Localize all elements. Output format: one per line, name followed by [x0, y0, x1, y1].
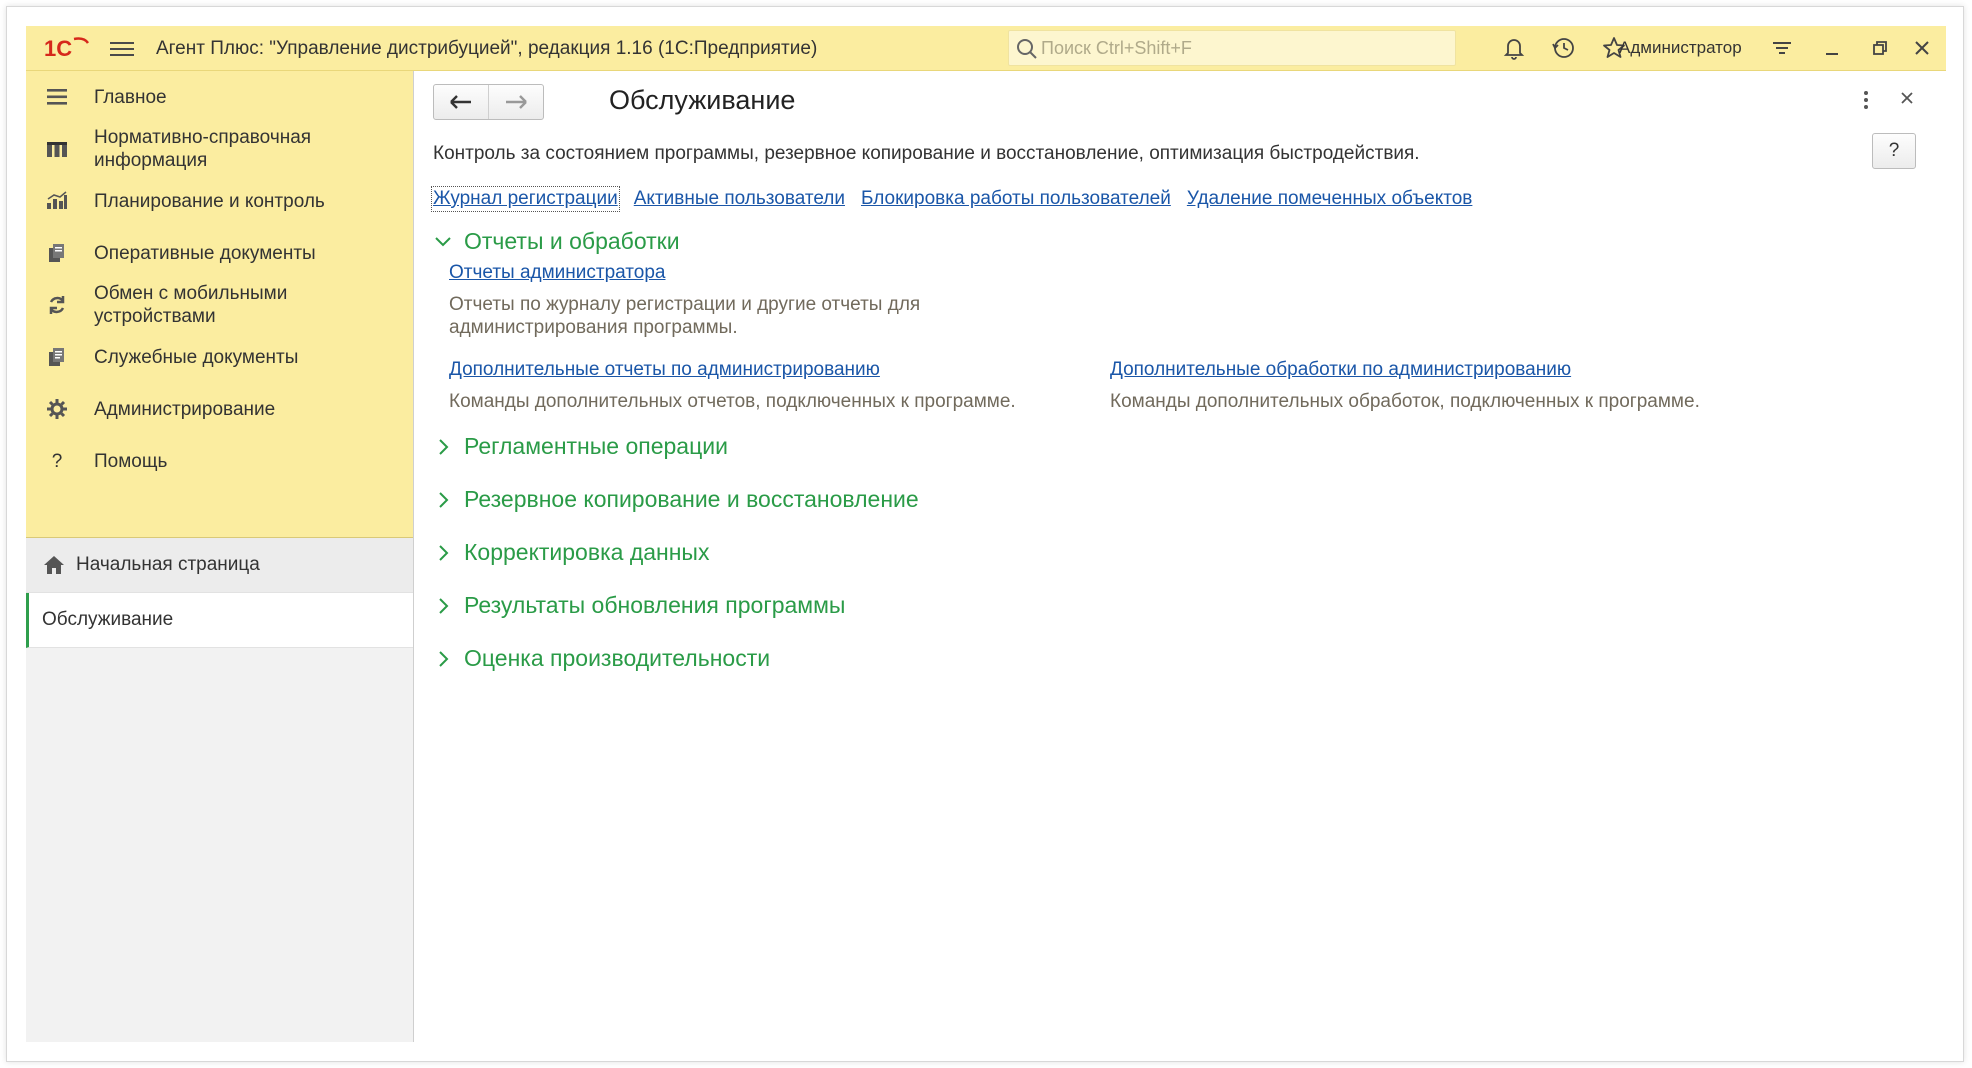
group-title: Результаты обновления программы — [464, 592, 846, 618]
section-label: Планирование и контроль — [94, 190, 325, 212]
svg-text:1С: 1С — [44, 36, 72, 61]
forward-button[interactable] — [488, 85, 543, 119]
section-label: Администрирование — [94, 398, 276, 420]
group-title: Отчеты и обработки — [464, 228, 680, 254]
home-icon — [44, 556, 64, 574]
gear-icon — [44, 396, 70, 422]
bar-chart-icon — [44, 188, 70, 214]
catalog-icon — [44, 136, 70, 162]
link-additional-reports[interactable]: Дополнительные отчеты по администрирован… — [449, 359, 880, 381]
menu-lines-icon — [44, 84, 70, 110]
documents-icon — [44, 240, 70, 266]
settings-lines-icon[interactable] — [1768, 34, 1796, 62]
admin-reports-description: Отчеты по журналу регистрации и другие о… — [449, 294, 921, 338]
chevron-right-icon — [439, 650, 449, 667]
minimize-icon[interactable] — [1818, 34, 1846, 62]
service-docs-icon — [44, 344, 70, 370]
title-bar: 1С Агент Плюс: "Управление дистрибуцией"… — [26, 26, 1946, 71]
close-icon[interactable] — [1908, 34, 1936, 62]
group-title: Корректировка данных — [464, 539, 710, 565]
back-button[interactable] — [434, 85, 488, 119]
question-icon: ? — [51, 450, 63, 472]
group-title: Резервное копирование и восстановление — [464, 486, 919, 512]
chevron-right-icon — [439, 544, 449, 561]
search-box[interactable] — [1008, 30, 1456, 66]
section-service-docs[interactable]: Служебные документы — [26, 331, 413, 383]
group-scheduled-operations[interactable]: Регламентные операции — [433, 433, 728, 460]
link-admin-reports[interactable]: Отчеты администратора — [449, 262, 666, 284]
group-data-correction[interactable]: Корректировка данных — [433, 539, 709, 566]
group-reports-header[interactable]: Отчеты и обработки — [433, 228, 680, 255]
section-administration[interactable]: Администрирование — [26, 383, 413, 435]
link-event-log[interactable]: Журнал регистрации — [431, 186, 620, 212]
restore-icon[interactable] — [1866, 34, 1894, 62]
sidebar: Главное Нормативно-справочная информация… — [26, 71, 414, 1042]
chevron-right-icon — [439, 438, 449, 455]
top-links: Журнал регистрации Активные пользователи… — [431, 186, 1488, 212]
group-update-results[interactable]: Результаты обновления программы — [433, 592, 845, 619]
form-area: Обслуживание ? Контроль за состоянием пр… — [415, 71, 1946, 1042]
additional-processors-description: Команды дополнительных обработок, подклю… — [1110, 391, 1700, 412]
open-window-label: Начальная страница — [76, 554, 260, 575]
sync-icon — [44, 292, 70, 318]
section-help[interactable]: ? Помощь — [26, 435, 413, 487]
section-label: Обмен с мобильными устройствами — [94, 283, 288, 327]
close-form-icon[interactable] — [1898, 89, 1916, 107]
arrow-left-icon — [450, 95, 471, 109]
section-mobile-exchange[interactable]: Обмен с мобильными устройствами — [26, 279, 413, 331]
navigation-buttons — [433, 84, 544, 120]
section-main[interactable]: Главное — [26, 71, 413, 123]
chevron-down-icon — [435, 236, 451, 246]
section-label: Нормативно-справочная информация — [94, 127, 312, 171]
search-icon — [1017, 39, 1037, 59]
section-planning[interactable]: Планирование и контроль — [26, 175, 413, 227]
link-active-users[interactable]: Активные пользователи — [634, 188, 845, 210]
search-input[interactable] — [1041, 37, 1455, 59]
chevron-right-icon — [439, 597, 449, 614]
group-performance[interactable]: Оценка производительности — [433, 645, 770, 672]
group-title: Оценка производительности — [464, 645, 771, 671]
main-menu-icon[interactable] — [110, 38, 134, 60]
section-label: Служебные документы — [94, 346, 299, 368]
section-operational-docs[interactable]: Оперативные документы — [26, 227, 413, 279]
open-window-label: Обслуживание — [42, 609, 174, 630]
history-icon[interactable] — [1550, 34, 1578, 62]
arrow-right-icon — [506, 95, 527, 109]
section-label: Оперативные документы — [94, 242, 316, 264]
open-window-home[interactable]: Начальная страница — [26, 538, 413, 593]
form-title: Обслуживание — [609, 85, 796, 115]
section-label: Главное — [94, 86, 167, 108]
open-window-maintenance[interactable]: Обслуживание — [26, 593, 413, 648]
bell-icon[interactable] — [1500, 34, 1528, 62]
user-name[interactable]: Администратор — [1619, 38, 1742, 58]
1c-logo-icon[interactable]: 1С — [44, 35, 90, 61]
link-additional-processors[interactable]: Дополнительные обработки по администриро… — [1110, 359, 1571, 381]
help-button[interactable]: ? — [1872, 133, 1916, 169]
app-title: Агент Плюс: "Управление дистрибуцией", р… — [156, 38, 818, 59]
chevron-right-icon — [439, 491, 449, 508]
group-backup-restore[interactable]: Резервное копирование и восстановление — [433, 486, 919, 513]
form-description: Контроль за состоянием программы, резерв… — [433, 143, 1420, 164]
app-window: 1С Агент Плюс: "Управление дистрибуцией"… — [26, 26, 1946, 1042]
section-label: Помощь — [94, 450, 168, 472]
link-delete-marked[interactable]: Удаление помеченных объектов — [1187, 188, 1473, 210]
more-options-icon[interactable] — [1862, 89, 1870, 111]
additional-reports-description: Команды дополнительных отчетов, подключе… — [449, 391, 1016, 412]
section-reference-info[interactable]: Нормативно-справочная информация — [26, 123, 413, 175]
link-user-lock[interactable]: Блокировка работы пользователей — [861, 188, 1171, 210]
group-title: Регламентные операции — [464, 433, 728, 459]
sections-panel: Главное Нормативно-справочная информация… — [26, 71, 413, 538]
